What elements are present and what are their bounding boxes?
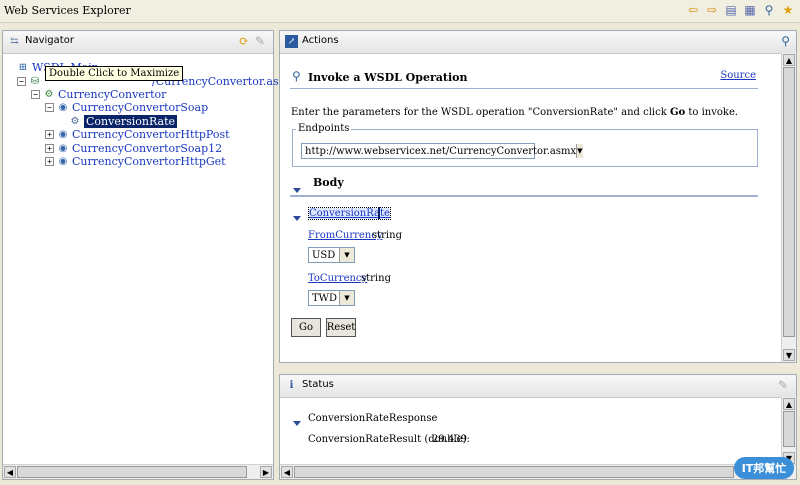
expand-icon[interactable]: + <box>45 130 54 139</box>
heading-divider <box>290 88 758 89</box>
scroll-right-icon[interactable]: ▶ <box>260 466 272 478</box>
logo-text: IT邦幫忙 <box>741 462 787 475</box>
instruction-text: Enter the parameters for the WSDL operat… <box>291 107 738 118</box>
wsdl-page-icon[interactable]: ⚲ <box>761 2 777 18</box>
to-currency-select[interactable]: TWD ▼ <box>308 290 355 306</box>
expand-icon[interactable]: + <box>45 144 54 153</box>
tree-item-label: CurrencyConvertor <box>58 88 167 101</box>
status-vscroll[interactable]: ▲ ▼ <box>781 397 796 465</box>
tree-item-label: CurrencyConvertorHttpPost <box>72 128 230 141</box>
scroll-up-icon[interactable]: ▲ <box>783 398 795 410</box>
binding-icon: ◉ <box>58 143 68 154</box>
status-header[interactable]: i Status ✎ <box>280 375 796 398</box>
scroll-left-icon[interactable]: ◀ <box>281 466 293 478</box>
go-button[interactable]: Go <box>291 318 321 337</box>
endpoint-select[interactable]: http://www.webservicex.net/CurrencyConve… <box>301 143 583 159</box>
instruction-suffix: to invoke. <box>685 107 739 118</box>
actions-header[interactable]: ↗ Actions ⚲ <box>280 31 796 54</box>
navigator-icon: ⇆ <box>10 36 19 47</box>
collapse-icon[interactable]: − <box>45 103 54 112</box>
invoke-heading: Invoke a WSDL Operation <box>308 71 468 84</box>
service-icon: ⚙ <box>44 89 54 100</box>
response-label: ConversionRateResponse <box>308 413 438 424</box>
window-title: Web Services Explorer <box>4 4 131 17</box>
chevron-down-icon: ▼ <box>339 291 354 305</box>
instruction-go: Go <box>669 107 686 118</box>
navigator-header[interactable]: ⇆ Navigator ⟳ ✎ <box>3 31 273 54</box>
scroll-left-icon[interactable]: ◀ <box>4 466 16 478</box>
operation-gear-icon: ⚙ <box>70 116 80 127</box>
navigator-hscroll[interactable]: ◀ ▶ <box>3 464 273 479</box>
refresh-icon[interactable]: ⟳ <box>239 34 249 48</box>
collapse-icon[interactable]: − <box>31 90 40 99</box>
wsdl-main-icon: ⊞ <box>18 62 28 73</box>
param-to-type: string <box>361 273 391 284</box>
window-titlebar: Web Services Explorer ⇦ ⇨ ▤ ▦ ⚲ ★ <box>0 0 800 23</box>
body-label: Body <box>313 176 344 189</box>
info-icon: i <box>289 380 294 391</box>
navigator-panel: ⇆ Navigator ⟳ ✎ ⊞ WSDL Main − ⛁ /Currenc… <box>2 30 312 480</box>
ithome-logo: IT邦幫忙 <box>734 457 794 479</box>
maximize-tooltip: Double Click to Maximize <box>45 66 184 81</box>
scroll-thumb[interactable] <box>783 411 795 447</box>
to-currency-value: TWD <box>312 292 337 304</box>
binding-icon: ◉ <box>58 102 68 113</box>
clear-icon[interactable]: ✎ <box>255 34 265 48</box>
result-value: 29.439 <box>432 434 467 445</box>
status-panel: i Status ✎ ConversionRateResponse Conver… <box>279 374 797 480</box>
tree-item-label: CurrencyConvertorHttpGet <box>72 155 226 168</box>
source-link[interactable]: Source <box>720 70 756 81</box>
binding-icon: ◉ <box>58 156 68 167</box>
reset-button[interactable]: Reset <box>326 318 356 337</box>
tree-item-conversion-rate[interactable]: ⚙ ConversionRate <box>69 115 177 128</box>
endpoint-value: http://www.webservicex.net/CurrencyConve… <box>305 145 577 157</box>
wsdl-file-icon: ⛁ <box>30 76 40 87</box>
from-currency-value: USD <box>312 249 336 261</box>
actions-panel: ↗ Actions ⚲ ⚲ Invoke a WSDL Operation So… <box>279 30 797 363</box>
param-to-name[interactable]: ToCurrency <box>308 273 367 284</box>
chevron-down-icon: ▼ <box>576 144 583 158</box>
status-hscroll[interactable]: ◀ ▶ <box>280 464 796 479</box>
scroll-thumb[interactable] <box>783 67 795 337</box>
favorites-icon[interactable]: ★ <box>780 2 796 18</box>
toolbar: ⇦ ⇨ ▤ ▦ ⚲ ★ <box>685 2 796 18</box>
tree-item-label: CurrencyConvertorSoap <box>72 101 209 114</box>
operation-collapse-icon[interactable] <box>293 211 301 224</box>
tree-item-soap12[interactable]: + ◉ CurrencyConvertorSoap12 <box>45 142 222 155</box>
response-collapse-icon[interactable] <box>293 416 301 429</box>
tree-item-httpget[interactable]: + ◉ CurrencyConvertorHttpGet <box>45 155 226 168</box>
uddi-page-icon[interactable]: ▤ <box>723 2 739 18</box>
navigator-title: Navigator <box>25 35 74 46</box>
tree-item-currency-convertor[interactable]: − ⚙ CurrencyConvertor <box>31 88 166 101</box>
actions-vscroll[interactable]: ▲ ▼ <box>781 53 796 362</box>
scroll-thumb[interactable] <box>294 466 734 478</box>
tree-item-label: ConversionRate <box>84 115 177 128</box>
binding-icon: ◉ <box>58 129 68 140</box>
from-currency-select[interactable]: USD ▼ <box>308 247 355 263</box>
wsdl-page-icon[interactable]: ⚲ <box>781 34 790 48</box>
text-cursor <box>378 207 380 219</box>
scroll-thumb[interactable] <box>17 466 247 478</box>
clear-icon[interactable]: ✎ <box>778 378 788 392</box>
invoke-icon: ⚲ <box>292 69 301 83</box>
back-arrow-icon[interactable]: ⇦ <box>685 2 701 18</box>
collapse-icon[interactable]: − <box>17 77 26 86</box>
actions-icon: ↗ <box>285 35 298 48</box>
tree-item-label: CurrencyConvertorSoap12 <box>72 142 223 155</box>
scroll-down-icon[interactable]: ▼ <box>783 349 795 361</box>
chevron-down-icon: ▼ <box>339 248 354 262</box>
body-divider <box>290 195 758 197</box>
tree-item-soap[interactable]: − ◉ CurrencyConvertorSoap <box>45 101 208 114</box>
status-title: Status <box>302 379 334 390</box>
tree-item-httppost[interactable]: + ◉ CurrencyConvertorHttpPost <box>45 128 230 141</box>
wsil-page-icon[interactable]: ▦ <box>742 2 758 18</box>
endpoints-label: Endpoints <box>296 123 352 134</box>
actions-title: Actions <box>302 35 339 46</box>
scroll-up-icon[interactable]: ▲ <box>783 54 795 66</box>
forward-arrow-icon[interactable]: ⇨ <box>704 2 720 18</box>
expand-icon[interactable]: + <box>45 157 54 166</box>
param-from-type: string <box>372 230 402 241</box>
instruction-prefix: Enter the parameters for the WSDL operat… <box>291 107 670 118</box>
